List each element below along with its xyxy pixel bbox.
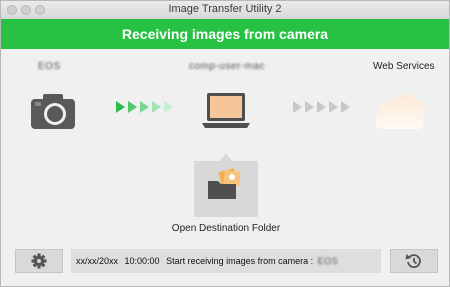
- status-log: xx/xx/20xx 10:00:00 Start receiving imag…: [71, 249, 381, 273]
- arrow-right-icon: [305, 101, 314, 113]
- status-banner: Receiving images from camera: [1, 19, 449, 49]
- status-camera-name: EOS: [317, 256, 339, 266]
- app-window: Image Transfer Utility 2 Receiving image…: [0, 0, 450, 287]
- arrow-right-icon: [140, 101, 149, 113]
- arrow-right-icon: [317, 101, 326, 113]
- window-title: Image Transfer Utility 2: [168, 3, 282, 15]
- destination-pointer: [220, 153, 232, 161]
- status-message: Start receiving images from camera :: [166, 256, 314, 266]
- laptop-icon: [202, 93, 250, 128]
- status-date: xx/xx/20xx: [76, 256, 119, 266]
- gear-icon: [31, 253, 47, 269]
- arrow-right-icon: [116, 101, 125, 113]
- open-destination-folder-label: Open Destination Folder: [171, 223, 281, 234]
- arrow-right-icon: [164, 101, 173, 113]
- history-icon: [405, 254, 421, 268]
- camera-name-label: EOS: [38, 61, 61, 72]
- arrow-right-icon: [341, 101, 350, 113]
- camera-to-computer-arrows: [116, 101, 173, 113]
- arrow-right-icon: [293, 101, 302, 113]
- title-bar: Image Transfer Utility 2: [1, 1, 449, 20]
- arrow-right-icon: [128, 101, 137, 113]
- folder-icon: [208, 168, 241, 199]
- open-destination-folder-button[interactable]: [194, 161, 258, 217]
- computer-to-services-arrows: [293, 101, 350, 113]
- camera-icon: [31, 94, 75, 129]
- arrow-right-icon: [329, 101, 338, 113]
- status-time: 10:00:00: [124, 256, 160, 266]
- computer-name-label: comp-user-mac: [189, 61, 265, 72]
- settings-button[interactable]: [15, 249, 63, 273]
- arrow-right-icon: [152, 101, 161, 113]
- history-button[interactable]: [390, 249, 438, 273]
- cloud-icon: [374, 94, 426, 130]
- web-services-label: Web Services: [373, 61, 435, 72]
